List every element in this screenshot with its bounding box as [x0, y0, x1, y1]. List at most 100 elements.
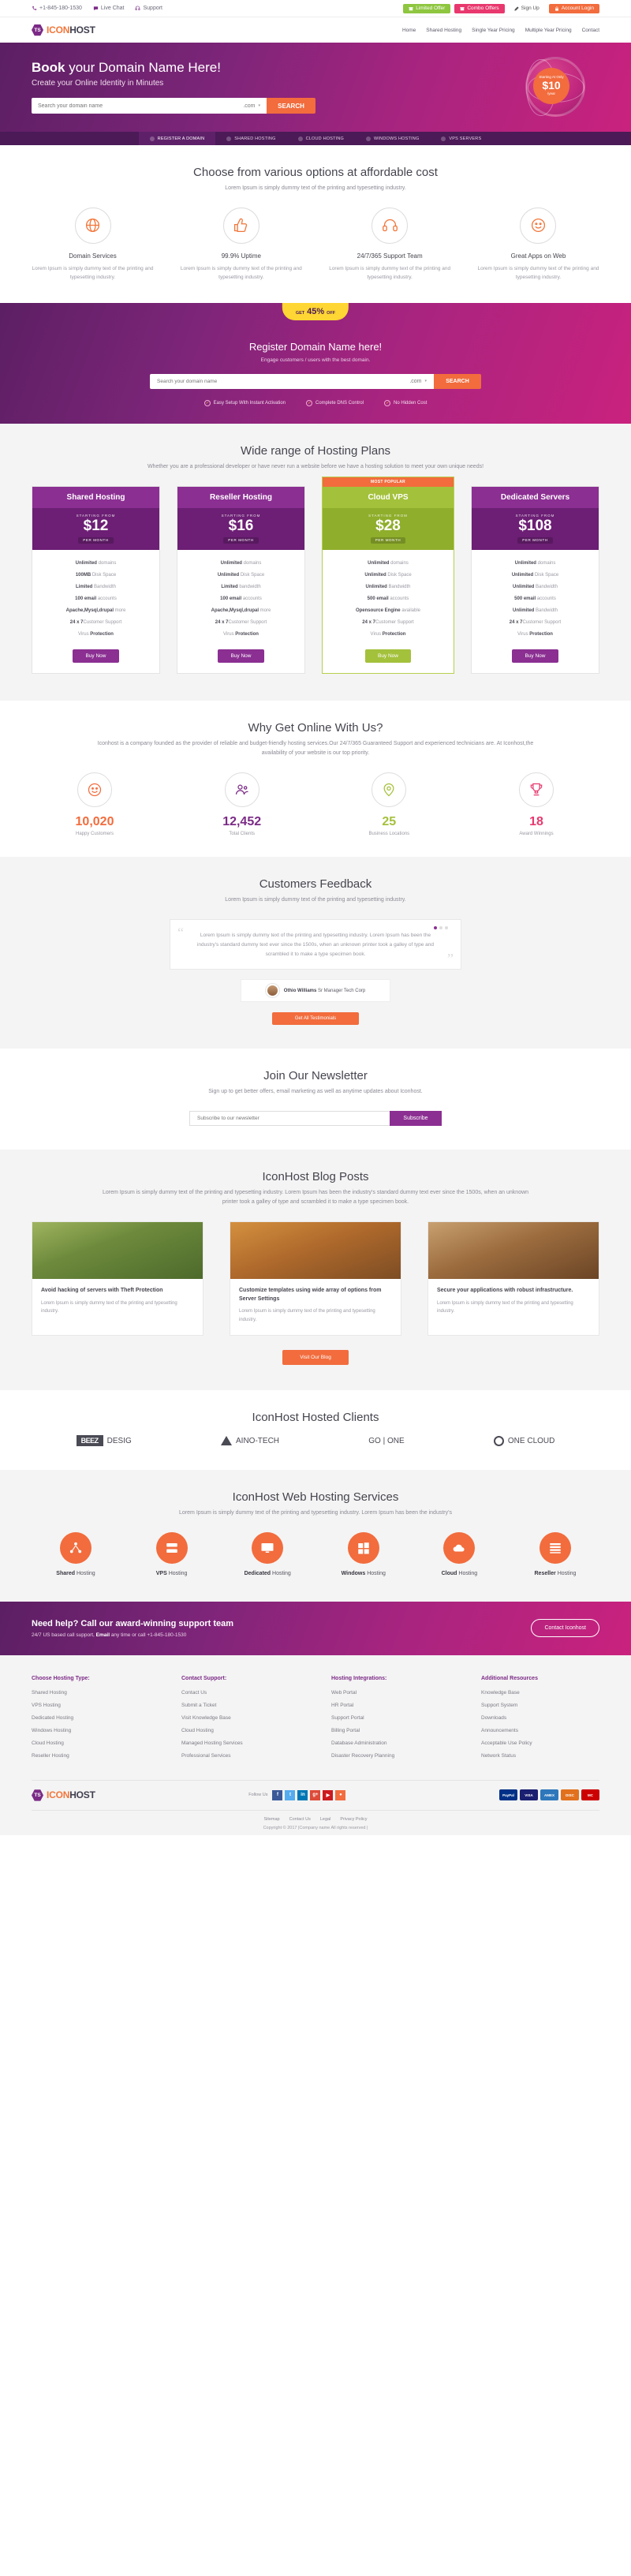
rss-icon[interactable]: ● [335, 1789, 346, 1800]
account-login-button[interactable]: Account Login [548, 3, 599, 13]
live-chat-item[interactable]: Live Chat [93, 6, 124, 11]
footer-bottom-link-sitemap[interactable]: Sitemap [263, 1817, 279, 1822]
phone-item[interactable]: +1-845-180-1530 [32, 6, 82, 11]
footer-link[interactable]: Contact Us [181, 1690, 300, 1696]
footer-bottom-link-privacy-policy[interactable]: Privacy Policy [340, 1817, 367, 1822]
feature-strong: 100 email [220, 596, 242, 601]
service-cloud-hosting[interactable]: Cloud Hosting [415, 1531, 503, 1576]
feature-strong: Limited [221, 584, 238, 589]
hero-search-input[interactable] [38, 103, 244, 109]
facebook-icon[interactable]: f [272, 1789, 283, 1800]
footer-bottom-link-legal[interactable]: Legal [320, 1817, 330, 1822]
footer-link[interactable]: Managed Hosting Services [181, 1740, 300, 1746]
footer-link[interactable]: Visit Knowledge Base [181, 1715, 300, 1721]
plan-price-block: STARTING FROM $108 PER MONTH [472, 507, 599, 551]
footer-link[interactable]: Cloud Hosting [32, 1740, 150, 1746]
service-windows-hosting[interactable]: Windows Hosting [319, 1531, 408, 1576]
hero-tab-register-a-domain[interactable]: REGISTER A DOMAIN [138, 132, 216, 145]
clients-row: BEEZ DESIG AINO-TECH GO | ONE ONE CLOUD [32, 1435, 599, 1447]
footer-bottom-link-contact-us[interactable]: Contact Us [289, 1817, 311, 1822]
plan-buy-button[interactable]: Buy Now [73, 649, 119, 664]
footer-link[interactable]: Dedicated Hosting [32, 1715, 150, 1721]
nav-item-multiple-year-pricing[interactable]: Multiple Year Pricing [525, 28, 572, 33]
hero-tld-select[interactable]: .com ▾ [243, 103, 260, 109]
get-all-testimonials-button[interactable]: Get All Testimonials [272, 1012, 359, 1026]
footer-link[interactable]: Database Administration [331, 1740, 450, 1746]
plan-price: $108 [518, 517, 552, 534]
footer-link[interactable]: Announcements [481, 1728, 599, 1733]
pricing-subtitle: Whether you are a professional developer… [147, 463, 484, 469]
footer-link[interactable]: Submit a Ticket [181, 1703, 300, 1708]
google-plus-icon[interactable]: g+ [310, 1789, 321, 1800]
blog-title: IconHost Blog Posts [262, 1169, 369, 1183]
feature-rest: domains [241, 560, 262, 566]
register-search-input[interactable] [157, 378, 410, 384]
footer-link[interactable]: Disaster Recovery Planning [331, 1753, 450, 1759]
service-dedicated-hosting[interactable]: Dedicated Hosting [223, 1531, 312, 1576]
blog-card[interactable]: Avoid hacking of servers with Theft Prot… [32, 1221, 203, 1337]
newsletter-section: Join Our Newsletter Sign up to get bette… [0, 1049, 631, 1150]
service-shared-hosting[interactable]: Shared Hosting [32, 1531, 120, 1576]
carousel-dot[interactable] [434, 926, 437, 930]
page-root: +1-845-180-1530 Live Chat Support Limite… [0, 0, 631, 1835]
gift-icon [409, 6, 413, 10]
footer-link[interactable]: Shared Hosting [32, 1690, 150, 1696]
footer-link[interactable]: Billing Portal [331, 1728, 450, 1733]
register-search-button[interactable]: SEARCH [434, 373, 481, 389]
quote-close-icon: ” [447, 951, 454, 967]
plan-buy-button[interactable]: Buy Now [364, 649, 411, 664]
hero-search-button[interactable]: SEARCH [267, 98, 316, 114]
blog-card[interactable]: Customize templates using wide array of … [230, 1221, 401, 1337]
sign-up-button[interactable]: Sign Up [509, 4, 545, 13]
footer-link[interactable]: Acceptable Use Policy [481, 1740, 599, 1746]
footer-link[interactable]: Downloads [481, 1715, 599, 1721]
carousel-dot[interactable] [439, 926, 442, 930]
youtube-icon[interactable]: ▶ [323, 1789, 334, 1800]
contact-iconhost-button[interactable]: Contact Iconhost [531, 1619, 599, 1638]
hero-tab-cloud-hosting[interactable]: CLOUD HOSTING [287, 132, 355, 145]
footer-link[interactable]: Cloud Hosting [181, 1728, 300, 1733]
nav-item-home[interactable]: Home [402, 28, 416, 33]
combo-offers-button[interactable]: Combo Offers [454, 3, 505, 13]
nav-item-single-year-pricing[interactable]: Single Year Pricing [472, 28, 515, 33]
site-header: TS ICONHOST Home Shared Hosting Single Y… [0, 17, 631, 43]
footer-link[interactable]: Support Portal [331, 1715, 450, 1721]
nav-item-shared-hosting[interactable]: Shared Hosting [426, 28, 461, 33]
footer-link[interactable]: Windows Hosting [32, 1728, 150, 1733]
footer-link[interactable]: Professional Services [181, 1753, 300, 1759]
linkedin-icon[interactable]: in [297, 1789, 308, 1800]
plan-buy-button[interactable]: Buy Now [218, 649, 264, 664]
register-tld-select[interactable]: .com ▾ [409, 379, 427, 384]
service-vps-hosting[interactable]: VPS Hosting [128, 1531, 216, 1576]
newsletter-subscribe-button[interactable]: Subscribe [390, 1110, 442, 1126]
feature-strong: Unlimited [364, 572, 386, 578]
service-reseller-hosting[interactable]: Reseller Hosting [511, 1531, 599, 1576]
service-label: Shared Hosting [32, 1571, 120, 1576]
footer-link[interactable]: VPS Hosting [32, 1703, 150, 1708]
twitter-icon[interactable]: t [285, 1789, 296, 1800]
carousel-dots[interactable] [434, 926, 448, 930]
carousel-dot[interactable] [445, 926, 448, 930]
footer-link[interactable]: Knowledge Base [481, 1690, 599, 1696]
cta-text-block: Need help? Call our award-winning suppor… [32, 1619, 233, 1638]
limited-offer-button[interactable]: Limited Offer [403, 3, 451, 13]
why-subtitle: Iconhost is a company founded as the pro… [97, 741, 534, 757]
nav-item-contact[interactable]: Contact [582, 28, 599, 33]
hero-tab-windows-hosting[interactable]: WINDOWS HOSTING [355, 132, 430, 145]
visit-blog-button[interactable]: Visit Our Blog [282, 1350, 349, 1366]
newsletter-email-input[interactable] [189, 1110, 390, 1126]
plan-buy-button[interactable]: Buy Now [512, 649, 558, 664]
support-item[interactable]: Support [135, 6, 162, 11]
hero-tab-vps-servers[interactable]: VPS SERVERS [430, 132, 492, 145]
logo[interactable]: TS ICONHOST [32, 24, 95, 36]
footer-link[interactable]: Network Status [481, 1753, 599, 1759]
footer-link[interactable]: Reseller Hosting [32, 1753, 150, 1759]
service-label-bold: Shared [56, 1570, 76, 1576]
hero-tab-shared-hosting[interactable]: SHARED HOSTING [215, 132, 286, 145]
headset-icon [136, 6, 140, 10]
footer-link[interactable]: Web Portal [331, 1690, 450, 1696]
footer-link[interactable]: HR Portal [331, 1703, 450, 1708]
feature-rest: Disk Space [239, 572, 265, 578]
blog-card[interactable]: Secure your applications with robust inf… [428, 1221, 599, 1337]
footer-link[interactable]: Support System [481, 1703, 599, 1708]
